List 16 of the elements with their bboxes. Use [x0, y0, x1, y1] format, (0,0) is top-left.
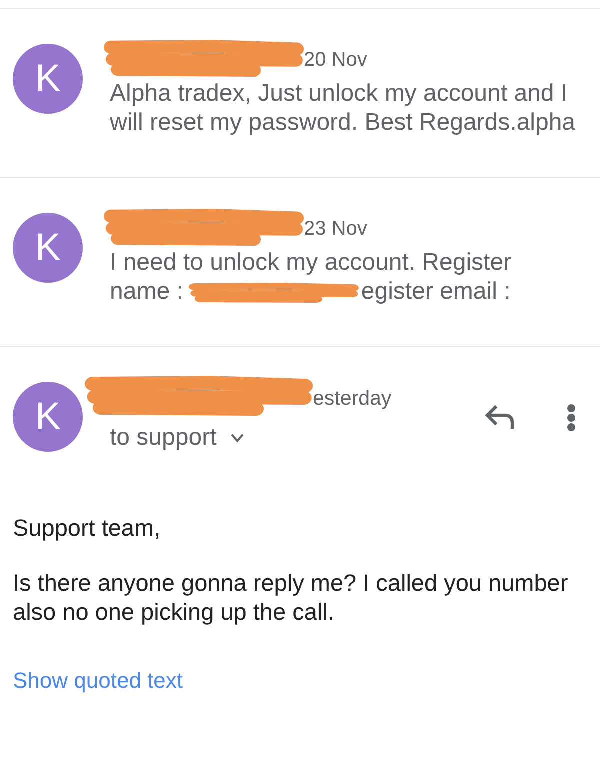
message-paragraph: Support team, — [13, 514, 162, 543]
message-paragraph: Is there anyone gonna reply me? I called you number also no one picking up the call. — [13, 569, 570, 627]
message-date: 20 Nov — [304, 48, 368, 71]
reply-icon[interactable] — [484, 404, 515, 429]
recipients-toggle[interactable]: to support — [110, 423, 245, 452]
message-preview: egister email : — [361, 278, 511, 305]
message-preview: I need to unlock my account. Register — [110, 249, 512, 276]
message-preview: name : — [110, 278, 184, 305]
avatar: K — [13, 213, 83, 283]
avatar: K — [13, 44, 83, 114]
more-options-icon[interactable] — [567, 404, 576, 432]
show-quoted-text-link[interactable]: Show quoted text — [13, 666, 184, 695]
message-date: 23 Nov — [304, 217, 368, 240]
avatar: K — [13, 382, 83, 452]
message-preview: Alpha tradex, Just unlock my account and I will reset my password. Best Regards.alpha — [110, 80, 576, 136]
message-date: esterday — [313, 388, 392, 410]
